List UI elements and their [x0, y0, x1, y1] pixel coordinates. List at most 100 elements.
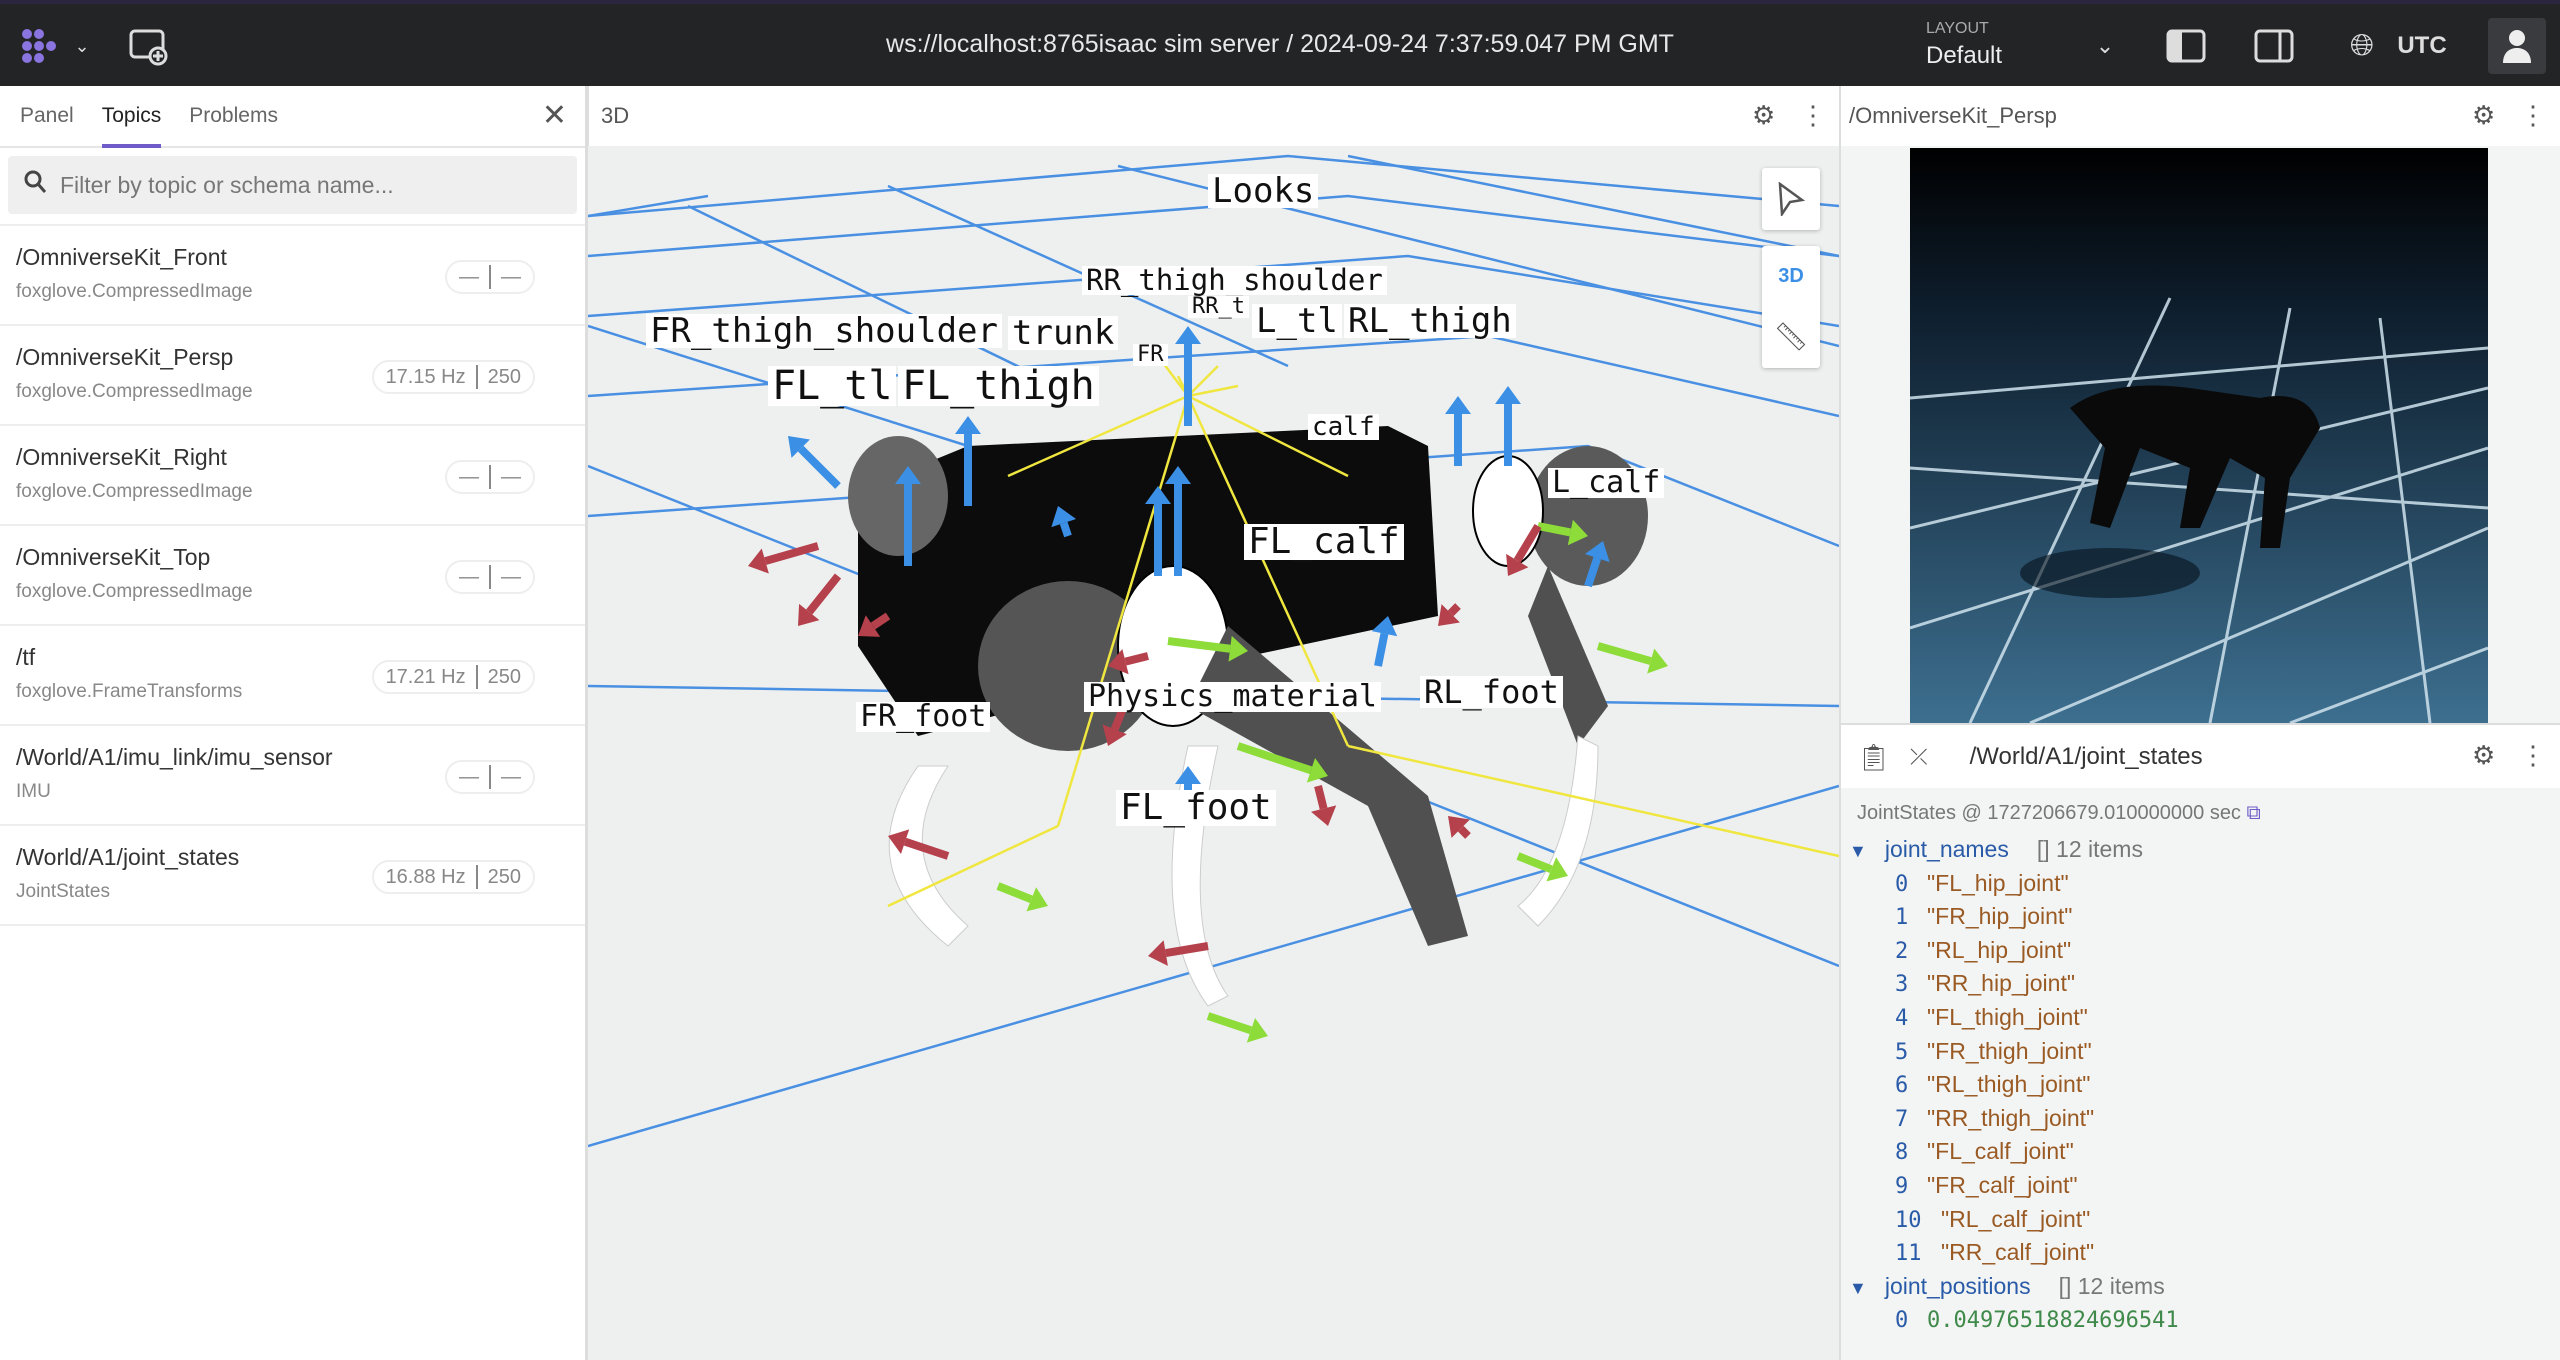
- topic-frequency: 17.21 Hz: [385, 665, 466, 688]
- frame-label: FR_thigh_shoulder: [646, 314, 1002, 348]
- top-bar: ⌄ ws://localhost:8765isaac sim server / …: [0, 0, 2560, 86]
- layout-label: LAYOUT: [1926, 20, 1989, 37]
- array-item: 1 "FR_hip_joint": [1841, 900, 2560, 934]
- array-item: 0 0.04976518824696541: [1841, 1303, 2560, 1337]
- array-index: 0: [1895, 871, 1909, 897]
- layout-value: Default: [1926, 42, 2003, 69]
- frame-label: FL_tl: [768, 366, 897, 406]
- tab-panel[interactable]: Panel: [20, 104, 74, 128]
- array-item: 5 "FR_thigh_joint": [1841, 1035, 2560, 1069]
- array-index: 1: [1895, 905, 1909, 931]
- topic-list-item[interactable]: /OmniverseKit_Right foxglove.CompressedI…: [0, 424, 585, 524]
- tab-problems[interactable]: Problems: [189, 104, 278, 128]
- y-axis-arrow: [1596, 642, 1668, 674]
- close-icon[interactable]: ✕: [542, 98, 567, 133]
- array-value: "RL_calf_joint": [1941, 1205, 2091, 1232]
- cursor-icon: [1778, 182, 1806, 216]
- search-placeholder: Filter by topic or schema name...: [60, 171, 394, 198]
- topic-message-count: —: [501, 465, 521, 488]
- topic-frequency: 16.88 Hz: [385, 865, 466, 888]
- array-value: "RL_thigh_joint": [1927, 1071, 2091, 1098]
- array-value: "FL_hip_joint": [1927, 869, 2069, 896]
- tab-topics[interactable]: Topics: [101, 104, 161, 148]
- topic-list-item[interactable]: /OmniverseKit_Top foxglove.CompressedIma…: [0, 524, 585, 624]
- topic-list-item[interactable]: /OmniverseKit_Persp foxglove.CompressedI…: [0, 324, 585, 424]
- topic-search-input[interactable]: Filter by topic or schema name...: [8, 156, 577, 214]
- topic-message-count: 250: [487, 365, 521, 388]
- frame-label: calf: [1308, 414, 1379, 440]
- topic-frequency: 17.15 Hz: [385, 365, 466, 388]
- topic-list-item[interactable]: /tf foxglove.FrameTransforms 17.21 Hz 250: [0, 624, 585, 724]
- topic-message-count: 250: [487, 865, 521, 888]
- x-axis-arrow: [748, 542, 820, 574]
- array-index: 7: [1895, 1106, 1909, 1132]
- expand-triangle-icon[interactable]: ▼: [1849, 1278, 1867, 1298]
- select-tool-button[interactable]: [1762, 168, 1820, 230]
- array-index: 6: [1895, 1073, 1909, 1099]
- persp-panel-title: /OmniverseKit_Persp: [1849, 103, 2057, 128]
- frame-label: FL_foot: [1116, 790, 1276, 826]
- copy-icon[interactable]: ⧉: [2247, 802, 2261, 824]
- 3d-mode-toggle[interactable]: 3D: [1762, 246, 1820, 306]
- more-vertical-icon[interactable]: ⋮: [2520, 740, 2546, 771]
- more-vertical-icon[interactable]: ⋮: [1800, 100, 1826, 131]
- array-value: "FR_thigh_joint": [1927, 1037, 2092, 1064]
- array-index: 10: [1895, 1207, 1922, 1233]
- search-icon: [24, 170, 47, 200]
- gear-icon[interactable]: ⚙: [2472, 740, 2495, 771]
- raw-messages-header: 📋︎ ⤫ /World/A1/joint_states: [1841, 723, 2560, 789]
- array-value: "FL_calf_joint": [1927, 1138, 2074, 1165]
- panel-3d-header: 3D: [589, 86, 1839, 146]
- tree-node-joint-positions[interactable]: ▼ joint_positions [] 12 items: [1841, 1270, 2560, 1304]
- globe-icon[interactable]: 🌐︎: [2344, 24, 2380, 68]
- right-sidebar-toggle-icon[interactable]: [2252, 24, 2296, 68]
- copy-message-icon[interactable]: 📋︎: [1857, 742, 1890, 773]
- frame-label: FL_thigh: [898, 366, 1099, 406]
- more-vertical-icon[interactable]: ⋮: [2520, 100, 2546, 131]
- topic-list-item[interactable]: /World/A1/imu_link/imu_sensor IMU — —: [0, 724, 585, 824]
- message-timestamp: JointStates @ 1727206679.010000000 sec: [1857, 802, 2241, 824]
- layout-selector[interactable]: LAYOUT Default: [1926, 20, 2002, 70]
- ruler-icon[interactable]: 📏︎: [1762, 306, 1820, 366]
- topic-frequency: —: [459, 565, 479, 588]
- array-item: 10 "RL_calf_joint": [1841, 1203, 2560, 1237]
- topic-list-item[interactable]: /World/A1/joint_states JointStates 16.88…: [0, 824, 585, 924]
- chevron-down-icon[interactable]: ⌄: [2090, 24, 2120, 68]
- sidebar-tabs: Panel Topics Problems ✕: [0, 86, 585, 148]
- user-avatar-icon[interactable]: [2488, 18, 2546, 74]
- topic-stats-badge: — —: [445, 560, 535, 594]
- array-index: 0: [1895, 1308, 1909, 1334]
- topic-stats-badge: — —: [445, 260, 535, 294]
- camera-image: [1910, 148, 2488, 723]
- message-header: JointStates @ 1727206679.010000000 sec ⧉: [1841, 788, 2560, 833]
- array-index: 8: [1895, 1140, 1909, 1166]
- collapse-icon[interactable]: ⤫: [1910, 744, 1928, 770]
- gear-icon[interactable]: ⚙: [1752, 100, 1775, 131]
- y-axis-arrow: [996, 882, 1048, 912]
- array-value: "RR_hip_joint": [1927, 970, 2076, 997]
- topic-message-count: —: [501, 565, 521, 588]
- 3d-viewport[interactable]: Looks RR_thigh_shoulder RR_t FR_thigh_sh…: [588, 146, 1839, 1360]
- panel-3d-title: 3D: [601, 103, 630, 128]
- tree-node-joint-names[interactable]: ▼ joint_names [] 12 items: [1841, 833, 2560, 867]
- array-item: 0 "FL_hip_joint": [1841, 867, 2560, 901]
- array-item: 4 "FL_thigh_joint": [1841, 1001, 2560, 1035]
- raw-messages-topic[interactable]: /World/A1/joint_states: [1970, 743, 2203, 771]
- joint-states-view: JointStates @ 1727206679.010000000 sec ⧉…: [1841, 788, 2560, 1360]
- frame-label: L_calf: [1548, 468, 1665, 498]
- field-meta: [] 12 items: [2036, 836, 2143, 862]
- gear-icon[interactable]: ⚙: [2472, 100, 2495, 131]
- x-axis-arrow: [1438, 603, 1461, 626]
- array-index: 9: [1895, 1173, 1909, 1199]
- expand-triangle-icon[interactable]: ▼: [1849, 841, 1867, 861]
- array-value: "RR_thigh_joint": [1927, 1104, 2095, 1131]
- topic-message-count: —: [501, 265, 521, 288]
- topic-message-count: 250: [487, 665, 521, 688]
- frame-label: trunk: [1008, 316, 1119, 350]
- array-index: 5: [1895, 1039, 1909, 1065]
- z-axis-arrow: [1495, 386, 1521, 466]
- topic-list-item[interactable]: /OmniverseKit_Front foxglove.CompressedI…: [0, 224, 585, 324]
- timezone-label[interactable]: UTC: [2392, 24, 2452, 68]
- topic-stats-badge: 17.21 Hz 250: [371, 660, 535, 694]
- left-sidebar-toggle-icon[interactable]: [2164, 24, 2208, 68]
